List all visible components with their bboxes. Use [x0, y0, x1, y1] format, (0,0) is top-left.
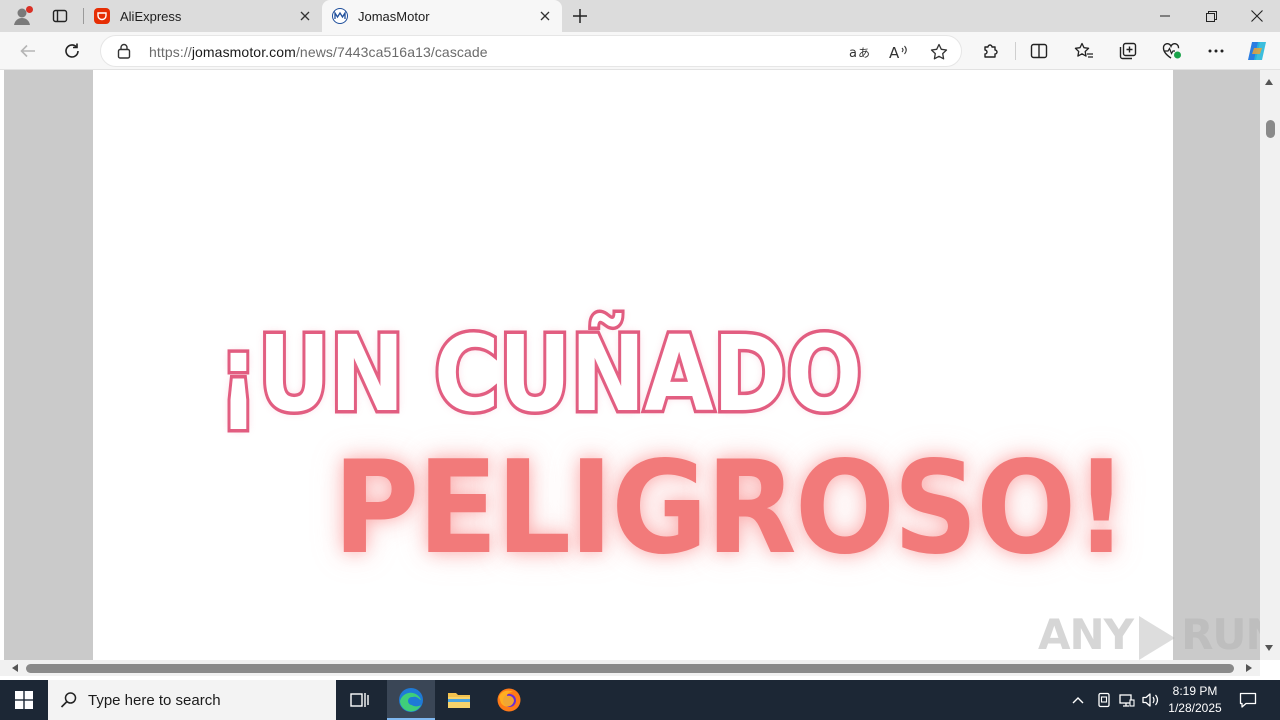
tab-actions-button[interactable] — [47, 5, 73, 27]
notification-dot — [26, 6, 33, 13]
tab-actions-icon — [52, 9, 68, 23]
split-screen-button[interactable] — [1025, 37, 1053, 65]
tab-title: JomasMotor — [358, 9, 430, 24]
tab-strip: AliExpress JomasMotor — [0, 0, 1280, 32]
show-hidden-icons-button[interactable] — [1068, 680, 1088, 720]
taskbar-search-box[interactable]: Type here to search — [48, 680, 336, 720]
restore-button[interactable] — [1188, 0, 1234, 32]
copilot-icon — [1248, 42, 1266, 60]
url-scheme: https:// — [149, 44, 192, 60]
article-page: ¡UN CUÑADO PELIGROSO! — [93, 70, 1173, 660]
horizontal-scrollbar[interactable] — [0, 660, 1260, 676]
minimize-icon — [1160, 15, 1170, 17]
network-icon — [1119, 694, 1135, 707]
page-viewport[interactable]: ¡UN CUÑADO PELIGROSO! ANY RUN — [4, 70, 1260, 660]
refresh-button[interactable] — [58, 37, 86, 65]
svg-text:A: A — [889, 44, 900, 60]
anyrun-watermark: ANY RUN — [1038, 610, 1260, 660]
plus-icon — [573, 9, 587, 23]
aliexpress-icon — [94, 8, 110, 24]
close-icon — [1251, 10, 1263, 22]
windows-taskbar: Type here to search 8:19 PM 1/28/2025 — [0, 680, 1280, 720]
notification-center-icon — [1239, 692, 1257, 708]
settings-more-button[interactable] — [1202, 37, 1230, 65]
play-icon — [1139, 615, 1176, 660]
close-window-button[interactable] — [1234, 0, 1280, 32]
close-tab-icon[interactable] — [296, 7, 314, 25]
new-tab-button[interactable] — [568, 5, 592, 27]
notifications-button[interactable] — [1236, 680, 1260, 720]
taskbar-edge[interactable] — [387, 680, 435, 720]
back-button[interactable] — [14, 37, 42, 65]
url-text[interactable]: https://jomasmotor.com/news/7443ca516a13… — [149, 44, 488, 60]
browser-essentials-button[interactable] — [1158, 37, 1186, 65]
collections-button[interactable] — [1114, 37, 1142, 65]
speaker-icon — [1142, 693, 1159, 707]
favorites-button[interactable] — [1070, 37, 1098, 65]
restore-icon — [1205, 10, 1217, 22]
split-screen-icon — [1030, 43, 1048, 59]
firefox-icon — [497, 688, 521, 712]
refresh-icon — [65, 43, 79, 58]
task-view-button[interactable] — [336, 680, 384, 720]
taskbar-firefox[interactable] — [485, 680, 533, 720]
collections-icon — [1119, 42, 1137, 60]
tray-device-icon-button[interactable] — [1094, 680, 1114, 720]
close-tab-icon[interactable] — [536, 7, 554, 25]
ellipsis-icon — [1208, 49, 1224, 53]
scroll-down-icon[interactable] — [1265, 645, 1273, 651]
toolbar-separator — [1015, 42, 1016, 60]
task-view-icon — [350, 693, 369, 707]
favorite-star-icon[interactable] — [927, 40, 951, 64]
headline-line-1: ¡UN CUÑADO — [215, 310, 865, 439]
windows-logo-icon — [15, 691, 33, 709]
clock-time: 8:19 PM — [1172, 684, 1218, 698]
vertical-scrollbar[interactable] — [1260, 70, 1280, 660]
url-path: /news/7443ca516a13/cascade — [295, 44, 488, 60]
volume-button[interactable] — [1141, 680, 1161, 720]
profile-button[interactable] — [8, 3, 36, 29]
network-button[interactable] — [1117, 680, 1137, 720]
svg-text:a: a — [849, 46, 857, 60]
comic-title-banner: ¡UN CUÑADO PELIGROSO! — [93, 70, 1173, 660]
svg-text:あ: あ — [858, 46, 869, 60]
browser-toolbar: https://jomasmotor.com/news/7443ca516a13… — [0, 32, 1280, 70]
puzzle-icon — [984, 44, 998, 58]
read-aloud-icon[interactable]: A — [887, 40, 911, 64]
start-button[interactable] — [0, 680, 48, 720]
horizontal-scroll-thumb[interactable] — [26, 664, 1234, 673]
clock-date: 1/28/2025 — [1168, 701, 1222, 715]
copilot-button[interactable] — [1243, 37, 1271, 65]
translate-icon[interactable]: aあ — [847, 40, 871, 64]
address-bar[interactable]: https://jomasmotor.com/news/7443ca516a13… — [100, 35, 962, 67]
minimize-button[interactable] — [1142, 0, 1188, 32]
tab-jomasmotor[interactable]: JomasMotor — [322, 0, 562, 32]
watermark-left-text: ANY — [1038, 610, 1134, 659]
jomasmotor-icon — [332, 8, 348, 24]
lock-icon[interactable] — [117, 43, 131, 64]
vertical-scroll-thumb[interactable] — [1266, 120, 1275, 138]
search-placeholder: Type here to search — [88, 692, 221, 709]
heart-pulse-icon — [1162, 42, 1181, 59]
extensions-button[interactable] — [977, 37, 1005, 65]
edge-browser-icon — [399, 688, 423, 712]
taskbar-file-explorer[interactable] — [435, 680, 483, 720]
taskbar-clock[interactable]: 8:19 PM 1/28/2025 — [1160, 683, 1230, 717]
chevron-up-icon — [1072, 697, 1084, 704]
scroll-up-icon[interactable] — [1265, 79, 1273, 85]
device-icon — [1098, 692, 1110, 708]
favorites-list-icon — [1074, 42, 1093, 58]
search-icon — [60, 692, 77, 708]
watermark-right-text: RUN — [1181, 610, 1260, 659]
tab-title: AliExpress — [120, 9, 182, 24]
back-arrow-icon — [20, 44, 35, 58]
scroll-left-icon[interactable] — [12, 664, 18, 672]
folder-icon — [448, 693, 470, 708]
url-host: jomasmotor.com — [191, 44, 296, 60]
tab-aliexpress[interactable]: AliExpress — [84, 0, 322, 32]
scroll-right-icon[interactable] — [1246, 664, 1252, 672]
headline-line-2: PELIGROSO! — [330, 431, 1132, 587]
